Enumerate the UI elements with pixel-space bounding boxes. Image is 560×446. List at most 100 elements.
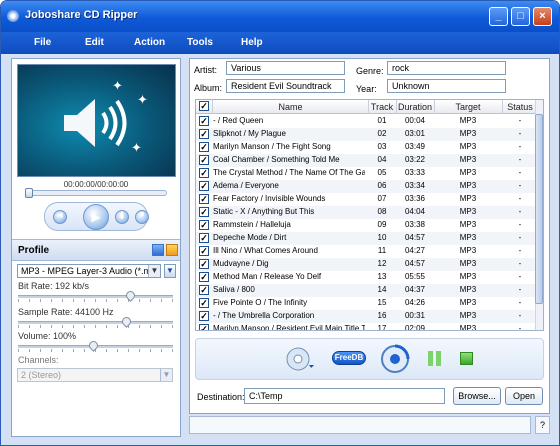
cell-duration: 04:57 — [404, 259, 426, 268]
cell-duration: 03:49 — [404, 142, 426, 151]
table-row[interactable]: ✓ Marilyn Manson / Resident Evil Main Tit… — [196, 323, 538, 330]
bitrate-slider-ticks — [18, 299, 173, 302]
cell-track: 08 — [377, 207, 387, 216]
row-checkbox[interactable]: ✓ — [199, 246, 209, 256]
help-button[interactable]: ? — [535, 416, 550, 434]
row-checkbox[interactable]: ✓ — [199, 311, 209, 321]
cell-name: Coal Chamber / Something Told Me — [213, 155, 340, 164]
column-header-status[interactable]: Status — [502, 102, 538, 112]
row-checkbox[interactable]: ✓ — [199, 181, 209, 191]
row-checkbox[interactable]: ✓ — [199, 207, 209, 217]
format-options-button[interactable]: ▼ — [164, 264, 176, 278]
table-row[interactable]: ✓ Rammstein / Halleluja 09 03:38 MP3 - — [196, 219, 538, 232]
row-checkbox[interactable]: ✓ — [199, 129, 209, 139]
maximize-button[interactable]: □ — [511, 7, 530, 26]
table-row[interactable]: ✓ Static - X / Anything But This 08 04:04 MP… — [196, 206, 538, 219]
column-header-duration[interactable]: Duration — [396, 102, 434, 112]
cell-status: - — [518, 129, 522, 138]
album-field[interactable]: Resident Evil Soundtrack — [226, 79, 345, 93]
samplerate-slider-track[interactable] — [18, 321, 173, 324]
menu-tools[interactable]: Tools — [187, 37, 213, 48]
rip-icon[interactable] — [380, 344, 410, 374]
table-row[interactable]: ✓ Method Man / Release Yo Delf 13 05:55 MP3 - — [196, 271, 538, 284]
destination-field[interactable]: C:\Temp — [244, 388, 445, 404]
cell-duration: 03:33 — [404, 168, 426, 177]
table-row[interactable]: ✓ Ill Nino / What Comes Around 11 04:27 MP3 - — [196, 245, 538, 258]
cell-name: Fear Factory / Invisible Wounds — [213, 194, 326, 203]
table-row[interactable]: ✓ - / Red Queen 01 00:04 MP3 - — [196, 115, 538, 128]
table-row[interactable]: ✓ Saliva / 800 14 04:37 MP3 - — [196, 284, 538, 297]
minimize-button[interactable]: _ — [489, 7, 508, 26]
row-checkbox[interactable]: ✓ — [199, 168, 209, 178]
window-title: Joboshare CD Ripper — [25, 9, 138, 21]
cell-status: - — [518, 181, 522, 190]
seek-bar[interactable] — [27, 190, 167, 196]
profile-settings-icon[interactable] — [166, 244, 178, 256]
row-checkbox[interactable]: ✓ — [199, 142, 209, 152]
menu-help[interactable]: Help — [241, 37, 263, 48]
genre-field[interactable]: rock — [387, 61, 506, 75]
table-row[interactable]: ✓ Depeche Mode / Dirt 10 04:57 MP3 - — [196, 232, 538, 245]
pause-icon[interactable]: ❚ — [115, 210, 129, 224]
row-checkbox[interactable]: ✓ — [199, 272, 209, 282]
cd-drive-icon[interactable] — [286, 347, 316, 371]
cell-target: MP3 — [459, 259, 477, 268]
bitrate-slider-track[interactable] — [18, 295, 173, 298]
cell-name: Mudvayne / Dig — [213, 259, 269, 268]
year-field[interactable]: Unknown — [387, 79, 506, 93]
row-checkbox[interactable]: ✓ — [199, 194, 209, 204]
table-row[interactable]: ✓ Adema / Everyone 06 03:34 MP3 - — [196, 180, 538, 193]
table-row[interactable]: ✓ Five Pointe O / The Infinity 15 04:26 MP3 - — [196, 297, 538, 310]
chevron-down-icon[interactable]: ▼ — [148, 265, 160, 277]
table-row[interactable]: ✓ Coal Chamber / Something Told Me 04 03:22… — [196, 154, 538, 167]
row-checkbox[interactable]: ✓ — [199, 259, 209, 269]
scrollbar-thumb[interactable] — [535, 114, 543, 304]
menu-action[interactable]: Action — [134, 37, 165, 48]
format-select[interactable]: MP3 - MPEG Layer-3 Audio (*.mp3) ▼ — [17, 264, 161, 278]
profile-title: Profile — [18, 245, 50, 256]
artist-field[interactable]: Various — [226, 61, 345, 75]
cell-status: - — [518, 168, 522, 177]
cell-target: MP3 — [459, 194, 477, 203]
menu-bar: File Edit Action Tools Help — [1, 32, 559, 54]
column-header-name[interactable]: Name — [213, 102, 368, 112]
stop-rip-icon[interactable] — [460, 352, 473, 365]
seek-thumb[interactable] — [25, 188, 33, 198]
table-row[interactable]: ✓ - / The Umbrella Corporation 16 00:31 MP3 - — [196, 310, 538, 323]
title-bar[interactable]: Joboshare CD Ripper _ □ × — [1, 1, 559, 32]
table-row[interactable]: ✓ Slipknot / My Plague 02 03:01 MP3 - — [196, 128, 538, 141]
table-row[interactable]: ✓ Fear Factory / Invisible Wounds 07 03:36 M… — [196, 193, 538, 206]
row-checkbox[interactable]: ✓ — [199, 324, 209, 330]
open-button[interactable]: Open — [505, 387, 543, 405]
cell-track: 07 — [377, 194, 387, 203]
stop-icon[interactable]: ■ — [135, 210, 149, 224]
menu-file[interactable]: File — [34, 37, 51, 48]
row-checkbox[interactable]: ✓ — [199, 285, 209, 295]
back-icon[interactable]: ◀ — [53, 210, 67, 224]
close-button[interactable]: × — [533, 7, 552, 26]
profile-list-icon[interactable] — [152, 244, 164, 256]
table-row[interactable]: ✓ Marilyn Manson / The Fight Song 03 03:49 M… — [196, 141, 538, 154]
row-checkbox[interactable]: ✓ — [199, 233, 209, 243]
cell-target: MP3 — [459, 285, 477, 294]
row-checkbox[interactable]: ✓ — [199, 220, 209, 230]
select-all-checkbox[interactable]: ✓ — [199, 101, 209, 111]
pause-rip-icon[interactable] — [428, 351, 441, 366]
row-checkbox[interactable]: ✓ — [199, 155, 209, 165]
row-checkbox[interactable]: ✓ — [199, 298, 209, 308]
vertical-scrollbar[interactable] — [535, 100, 543, 330]
table-row[interactable]: ✓ The Crystal Method / The Name Of The Ga… — [196, 167, 538, 180]
chevron-down-icon: ▼ — [160, 369, 172, 381]
browse-button[interactable]: Browse... — [453, 387, 501, 405]
column-header-target[interactable]: Target — [434, 102, 502, 112]
freedb-button[interactable]: FreeDB — [332, 351, 366, 365]
column-header-track[interactable]: Track — [368, 102, 396, 112]
menu-edit[interactable]: Edit — [85, 37, 104, 48]
main-window: Joboshare CD Ripper _ □ × File Edit Acti… — [0, 0, 560, 446]
cell-target: MP3 — [459, 272, 477, 281]
cell-status: - — [518, 311, 522, 320]
year-label: Year: — [356, 84, 377, 94]
table-row[interactable]: ✓ Mudvayne / Dig 12 04:57 MP3 - — [196, 258, 538, 271]
play-icon[interactable]: ▶ — [83, 204, 109, 230]
row-checkbox[interactable]: ✓ — [199, 116, 209, 126]
